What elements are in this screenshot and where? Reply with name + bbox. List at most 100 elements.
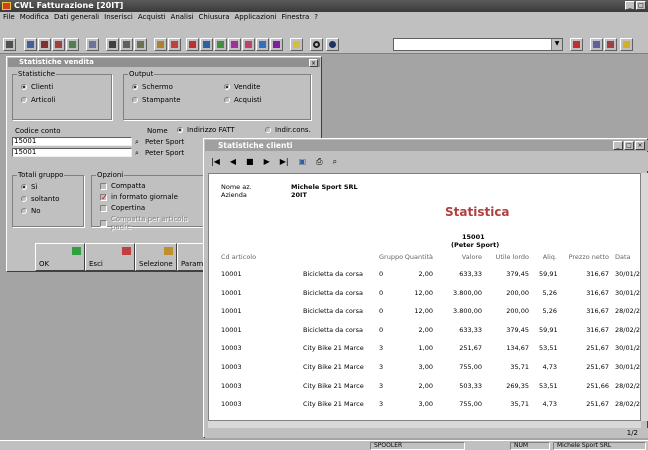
users-icon[interactable] (52, 38, 65, 51)
calendar-icon[interactable] (168, 38, 181, 51)
new-doc-icon[interactable] (24, 38, 37, 51)
table-cell: 28/02/200 (615, 381, 641, 390)
status-bar: SPOOLER NUM Michele Sport SRL (0, 440, 648, 450)
maximize-icon[interactable]: □ (624, 141, 634, 150)
menu-acquisti[interactable]: Acquisti (138, 12, 166, 22)
ok-button[interactable]: OK (35, 243, 85, 271)
menu-file[interactable]: File (3, 12, 15, 22)
radio-no[interactable]: No (21, 207, 41, 215)
radio-acquisti[interactable]: Acquisti (224, 96, 262, 104)
table-cell: 251,67 (586, 363, 609, 371)
lookup-icon[interactable]: ⌕ (135, 149, 139, 158)
toolbar-combo[interactable]: ▼ (393, 38, 563, 51)
table-cell: 10001 (221, 270, 242, 278)
table-cell: Bicicletta da corsa (303, 307, 363, 316)
zoom-icon[interactable]: ⌕ (333, 157, 337, 167)
close-icon[interactable]: × (309, 59, 318, 67)
list-icon[interactable] (86, 38, 99, 51)
radio-indirizzo-fatt[interactable]: Indirizzo FATT (177, 126, 235, 134)
close-icon[interactable]: × (635, 141, 645, 150)
chevron-down-icon[interactable]: ▼ (551, 39, 562, 50)
cut-icon[interactable] (106, 38, 119, 51)
print-icon[interactable]: ⎙ (316, 157, 322, 167)
radio-schermo[interactable]: Schermo (132, 83, 173, 91)
table-cell: 10001 (221, 307, 242, 316)
radio-indir-cons[interactable]: Indir.cons. (265, 126, 311, 134)
menu-bar: File Modifica Dati generali Inserisci Ac… (0, 12, 648, 22)
window-icon[interactable] (590, 38, 603, 51)
radio-soltanto[interactable]: soltanto (21, 195, 59, 203)
minimize-icon[interactable]: _ (625, 1, 635, 10)
menu-chiusura[interactable]: Chiusura (199, 12, 230, 22)
table-icon[interactable] (242, 38, 255, 51)
menu-dati-generali[interactable]: Dati generali (54, 12, 99, 22)
maximize-icon[interactable]: □ (636, 1, 646, 10)
print-icon[interactable] (3, 38, 16, 51)
radio-si[interactable]: Sì (21, 183, 37, 191)
menu-analisi[interactable]: Analisi (171, 12, 194, 22)
checkbox-copertina[interactable]: Copertina (100, 204, 145, 212)
red-flag-icon[interactable] (570, 38, 583, 51)
help-icon[interactable] (620, 38, 633, 51)
horizontal-scrollbar[interactable] (208, 421, 641, 428)
table-cell: 633,33 (459, 325, 482, 334)
radio-articoli[interactable]: Articoli (21, 96, 55, 104)
table-cell: 10001 (221, 288, 242, 297)
table-cell: 3 (379, 344, 384, 353)
col-valore: Valore (461, 253, 482, 261)
table-cell: 53,51 (539, 381, 557, 390)
codice-from-field[interactable]: 15001 (12, 137, 132, 146)
radio-stampante[interactable]: Stampante (132, 96, 181, 104)
codice-to-field[interactable]: 15001 (12, 148, 132, 157)
next-page-icon[interactable]: ▶ (264, 157, 270, 166)
radio-clienti[interactable]: Clienti (21, 83, 53, 91)
report-icon[interactable] (228, 38, 241, 51)
grid-icon[interactable] (200, 38, 213, 51)
esci-button[interactable]: Esci (85, 243, 135, 271)
folder-icon[interactable] (290, 38, 303, 51)
stop-icon[interactable]: ■ (246, 157, 254, 166)
radio-dot (177, 127, 183, 133)
table-cell: 12,00 (414, 307, 433, 316)
checkbox-formato-giornale[interactable]: ✓ in formato giornale (100, 193, 178, 201)
globe-icon[interactable] (326, 38, 339, 51)
color-icon[interactable] (270, 38, 283, 51)
nome-az-label: Nome az. (221, 183, 252, 191)
tools-icon[interactable] (154, 38, 167, 51)
col-utile-lordo: Utile lordo (495, 253, 529, 261)
table-cell: 3.800,00 (453, 288, 482, 297)
table-cell: 30/01/200 (615, 363, 641, 371)
minimize-icon[interactable]: _ (613, 141, 623, 150)
window-title: Statistiche vendita (8, 58, 320, 67)
table-cell: 316,67 (586, 270, 609, 278)
first-page-icon[interactable]: |◀ (211, 157, 220, 166)
checkbox-compatta[interactable]: Compatta (100, 182, 146, 190)
copy-icon[interactable] (120, 38, 133, 51)
nome-label: Nome (147, 127, 168, 135)
vertical-scrollbar[interactable] (641, 173, 648, 421)
menu-inserisci[interactable]: Inserisci (104, 12, 133, 22)
exit-icon[interactable] (604, 38, 617, 51)
selezione-button[interactable]: Selezione (135, 243, 177, 271)
col-quantita: Quantità (404, 253, 433, 261)
radio-vendite[interactable]: Vendite (224, 83, 260, 91)
menu-modifica[interactable]: Modifica (20, 12, 49, 22)
address-icon[interactable] (66, 38, 79, 51)
table-cell: 0 (379, 325, 384, 334)
menu-applicazioni[interactable]: Applicazioni (235, 12, 277, 22)
radio-dot (132, 84, 138, 90)
window-title: Statistiche clienti (205, 140, 648, 151)
prev-page-icon[interactable]: ◀ (230, 157, 236, 166)
save-icon[interactable] (38, 38, 51, 51)
invoice-icon[interactable] (186, 38, 199, 51)
menu-help[interactable]: ? (314, 12, 318, 22)
table-cell: 316,67 (586, 288, 609, 297)
stats-icon[interactable] (256, 38, 269, 51)
lookup-icon[interactable]: ⌕ (135, 138, 139, 147)
chart-icon[interactable] (214, 38, 227, 51)
last-page-icon[interactable]: ▶| (280, 157, 289, 166)
paste-icon[interactable] (134, 38, 147, 51)
export-icon[interactable]: ▣ (299, 157, 307, 166)
menu-finestra[interactable]: Finestra (282, 12, 310, 22)
search-icon[interactable] (310, 38, 323, 51)
